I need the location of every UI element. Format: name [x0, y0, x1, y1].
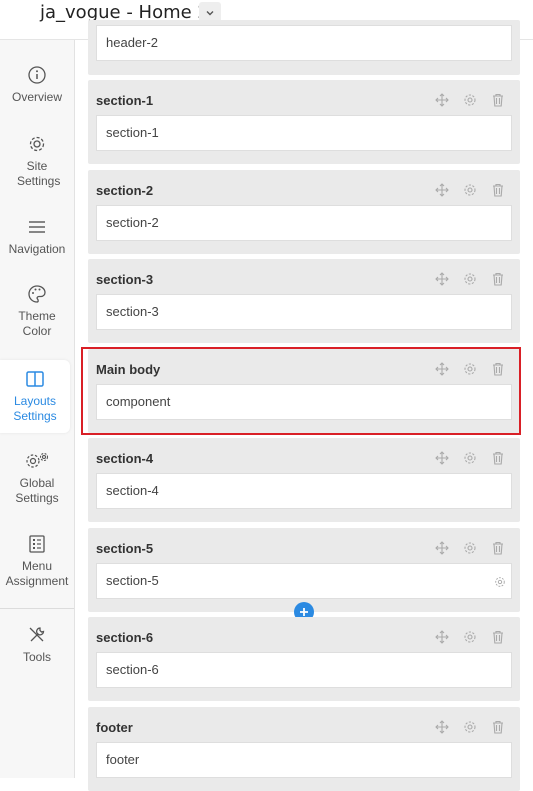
gear-icon[interactable] [462, 719, 478, 735]
sidebar-item-label: Navigation [8, 242, 66, 256]
tools-icon [29, 627, 45, 642]
trash-icon[interactable] [490, 450, 506, 466]
sidebar-item-label: Tools [22, 650, 51, 664]
sidebar-item-label: Overview [11, 90, 62, 104]
sidebar: Overview Site Settings Navigation Theme … [0, 40, 75, 778]
position-field[interactable]: section-1 [96, 115, 512, 151]
trash-icon[interactable] [490, 92, 506, 108]
sidebar-item-theme-color[interactable]: Theme Color [0, 284, 74, 339]
section-title: section-1 [96, 93, 154, 108]
trash-icon[interactable] [490, 182, 506, 198]
gears-icon [26, 452, 49, 468]
position-field[interactable]: footer [96, 742, 512, 778]
section-2[interactable]: section-2 section-2 [88, 170, 520, 254]
palette-icon [28, 285, 46, 303]
section-6[interactable]: section-6 section-6 [88, 617, 520, 701]
sidebar-item-overview[interactable]: Overview [0, 65, 74, 105]
layout-content: header-2 section-1 section-1 section-2 s… [75, 20, 533, 791]
sidebar-item-label: Theme Color [18, 309, 56, 338]
sidebar-item-label: Site Settings [17, 159, 61, 188]
highlight-box [81, 347, 521, 435]
move-icon[interactable] [434, 92, 450, 108]
list-icon [29, 535, 45, 553]
section-1[interactable]: section-1 section-1 [88, 80, 520, 164]
section-header-2[interactable]: header-2 [88, 20, 520, 75]
trash-icon[interactable] [490, 540, 506, 556]
section-title: section-3 [96, 272, 154, 287]
gear-icon[interactable] [462, 271, 478, 287]
move-icon[interactable] [434, 182, 450, 198]
position-field[interactable]: section-5 [96, 563, 512, 599]
chevron-down-icon [206, 11, 214, 16]
section-title: footer [96, 720, 133, 735]
move-icon[interactable] [434, 271, 450, 287]
position-gear-icon[interactable] [494, 575, 506, 587]
move-icon[interactable] [434, 719, 450, 735]
gear-icon[interactable] [462, 540, 478, 556]
section-4[interactable]: section-4 section-4 [88, 438, 520, 522]
sidebar-item-label: Layouts Settings [13, 394, 57, 423]
layout-icon [26, 371, 44, 387]
section-3[interactable]: section-3 section-3 [88, 259, 520, 343]
section-title: section-6 [96, 630, 154, 645]
menu-icon [29, 221, 45, 233]
section-5[interactable]: section-5 section-5 [88, 528, 520, 612]
sidebar-item-label: Menu Assignment [5, 559, 69, 588]
sidebar-item-site-settings[interactable]: Site Settings [0, 134, 74, 189]
gear-icon[interactable] [462, 182, 478, 198]
move-icon[interactable] [434, 450, 450, 466]
sidebar-item-global-settings[interactable]: Global Settings [0, 451, 74, 506]
trash-icon[interactable] [490, 629, 506, 645]
sidebar-item-navigation[interactable]: Navigation [0, 217, 74, 257]
gear-icon[interactable] [462, 450, 478, 466]
section-title: section-5 [96, 541, 154, 556]
sidebar-item-menu-assignment[interactable]: Menu Assignment [0, 534, 74, 589]
gear-icon[interactable] [462, 629, 478, 645]
sidebar-item-tools[interactable]: Tools [0, 625, 74, 665]
plus-icon [300, 608, 308, 616]
gear-icon[interactable] [462, 92, 478, 108]
section-title: section-4 [96, 451, 154, 466]
info-icon [28, 66, 46, 84]
sidebar-item-layouts-settings[interactable]: Layouts Settings [0, 360, 70, 433]
sidebar-divider [0, 608, 74, 609]
position-field[interactable]: section-6 [96, 652, 512, 688]
position-field[interactable]: section-4 [96, 473, 512, 509]
gear-icon [29, 136, 45, 152]
position-field[interactable]: section-3 [96, 294, 512, 330]
move-icon[interactable] [434, 629, 450, 645]
trash-icon[interactable] [490, 719, 506, 735]
move-icon[interactable] [434, 540, 450, 556]
trash-icon[interactable] [490, 271, 506, 287]
section-footer[interactable]: footer footer [88, 707, 520, 791]
position-field[interactable]: header-2 [96, 25, 512, 61]
position-field[interactable]: section-2 [96, 205, 512, 241]
section-title: section-2 [96, 183, 154, 198]
sidebar-item-label: Global Settings [15, 476, 59, 505]
